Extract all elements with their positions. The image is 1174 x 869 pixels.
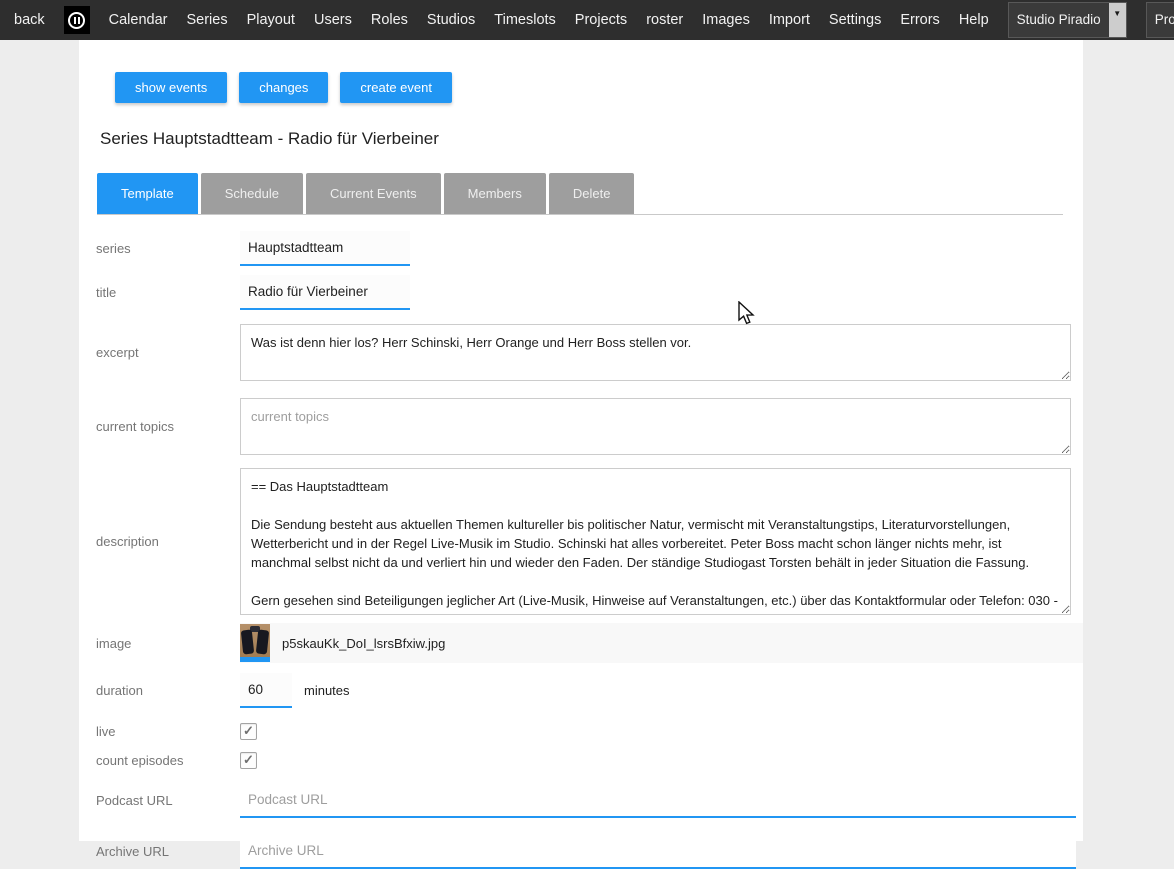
title-row: title bbox=[79, 275, 1083, 310]
page-title: Series Hauptstadtteam - Radio für Vierbe… bbox=[100, 129, 1083, 149]
duration-unit-label: minutes bbox=[304, 683, 350, 698]
template-form: series title excerpt Was ist denn hier l… bbox=[79, 231, 1083, 869]
current-topics-label: current topics bbox=[96, 419, 240, 434]
image-strip: p5skauKk_DoI_lsrsBfxiw.jpg bbox=[240, 623, 1083, 663]
title-label: title bbox=[96, 285, 240, 300]
podcast-url-input[interactable] bbox=[240, 783, 1076, 818]
studio-select[interactable]: Studio Piradio ▼ bbox=[1008, 2, 1127, 38]
pause-circle-icon[interactable] bbox=[64, 6, 90, 34]
duration-input[interactable] bbox=[240, 673, 292, 708]
nav-item-series[interactable]: Series bbox=[186, 12, 227, 28]
description-row: description == Das Hauptstadtteam Die Se… bbox=[79, 468, 1083, 615]
nav-item-back[interactable]: back bbox=[14, 12, 45, 28]
tab-schedule[interactable]: Schedule bbox=[201, 173, 303, 214]
pause-circle-glyph bbox=[68, 12, 85, 29]
duration-label: duration bbox=[96, 683, 240, 698]
nav-item-images[interactable]: Images bbox=[702, 12, 750, 28]
top-navbar: back Calendar Series Playout Users Roles… bbox=[0, 0, 1174, 40]
excerpt-textarea[interactable]: Was ist denn hier los? Herr Schinski, He… bbox=[240, 324, 1071, 381]
live-checkbox[interactable]: ✓ bbox=[240, 723, 257, 740]
changes-button[interactable]: changes bbox=[239, 72, 328, 103]
excerpt-row: excerpt Was ist denn hier los? Herr Schi… bbox=[79, 324, 1083, 381]
live-row: live ✓ bbox=[79, 722, 1083, 740]
project-select[interactable]: Project 88vier ▼ bbox=[1146, 2, 1174, 38]
image-filename: p5skauKk_DoI_lsrsBfxiw.jpg bbox=[282, 636, 445, 651]
content-card: show events changes create event Series … bbox=[79, 40, 1083, 841]
archive-url-input[interactable] bbox=[240, 834, 1076, 869]
count-episodes-checkbox[interactable]: ✓ bbox=[240, 752, 257, 769]
nav-item-projects[interactable]: Projects bbox=[575, 12, 627, 28]
archive-url-label: Archive URL bbox=[96, 844, 240, 859]
title-input[interactable] bbox=[240, 275, 410, 310]
podcast-url-row: Podcast URL bbox=[79, 783, 1083, 818]
current-topics-textarea[interactable] bbox=[240, 398, 1071, 455]
create-event-button[interactable]: create event bbox=[340, 72, 452, 103]
studio-select-value: Studio Piradio bbox=[1009, 3, 1109, 37]
current-topics-row: current topics bbox=[79, 398, 1083, 455]
nav-item-errors[interactable]: Errors bbox=[900, 12, 939, 28]
podcast-url-label: Podcast URL bbox=[96, 793, 240, 808]
project-select-value: Project 88vier bbox=[1147, 3, 1174, 37]
archive-url-row: Archive URL bbox=[79, 834, 1083, 869]
series-label: series bbox=[96, 241, 240, 256]
tab-delete[interactable]: Delete bbox=[549, 173, 635, 214]
tab-divider bbox=[97, 214, 1063, 215]
description-textarea[interactable]: == Das Hauptstadtteam Die Sendung besteh… bbox=[240, 468, 1071, 615]
count-episodes-row: count episodes ✓ bbox=[79, 751, 1083, 769]
live-label: live bbox=[96, 724, 240, 739]
chevron-down-icon: ▼ bbox=[1109, 3, 1126, 37]
nav-item-settings[interactable]: Settings bbox=[829, 12, 881, 28]
nav-item-calendar[interactable]: Calendar bbox=[109, 12, 168, 28]
nav-item-studios[interactable]: Studios bbox=[427, 12, 475, 28]
excerpt-label: excerpt bbox=[96, 345, 240, 360]
image-row: image p5skauKk_DoI_lsrsBfxiw.jpg bbox=[79, 623, 1083, 663]
description-label: description bbox=[96, 534, 240, 549]
count-episodes-label: count episodes bbox=[96, 753, 240, 768]
nav-item-import[interactable]: Import bbox=[769, 12, 810, 28]
tab-current-events[interactable]: Current Events bbox=[306, 173, 441, 214]
nav-item-users[interactable]: Users bbox=[314, 12, 352, 28]
nav-item-playout[interactable]: Playout bbox=[247, 12, 295, 28]
nav-item-roster[interactable]: roster bbox=[646, 12, 683, 28]
nav-item-timeslots[interactable]: Timeslots bbox=[494, 12, 556, 28]
series-image-thumbnail[interactable] bbox=[240, 624, 270, 662]
tab-bar: Template Schedule Current Events Members… bbox=[97, 173, 1083, 214]
toolbar: show events changes create event bbox=[115, 72, 1083, 103]
series-row: series bbox=[79, 231, 1083, 266]
nav-item-roles[interactable]: Roles bbox=[371, 12, 408, 28]
series-input[interactable] bbox=[240, 231, 410, 266]
tab-template[interactable]: Template bbox=[97, 173, 198, 214]
tab-members[interactable]: Members bbox=[444, 173, 546, 214]
duration-row: duration minutes bbox=[79, 673, 1083, 708]
nav-item-help[interactable]: Help bbox=[959, 12, 989, 28]
show-events-button[interactable]: show events bbox=[115, 72, 227, 103]
image-label: image bbox=[96, 636, 240, 651]
